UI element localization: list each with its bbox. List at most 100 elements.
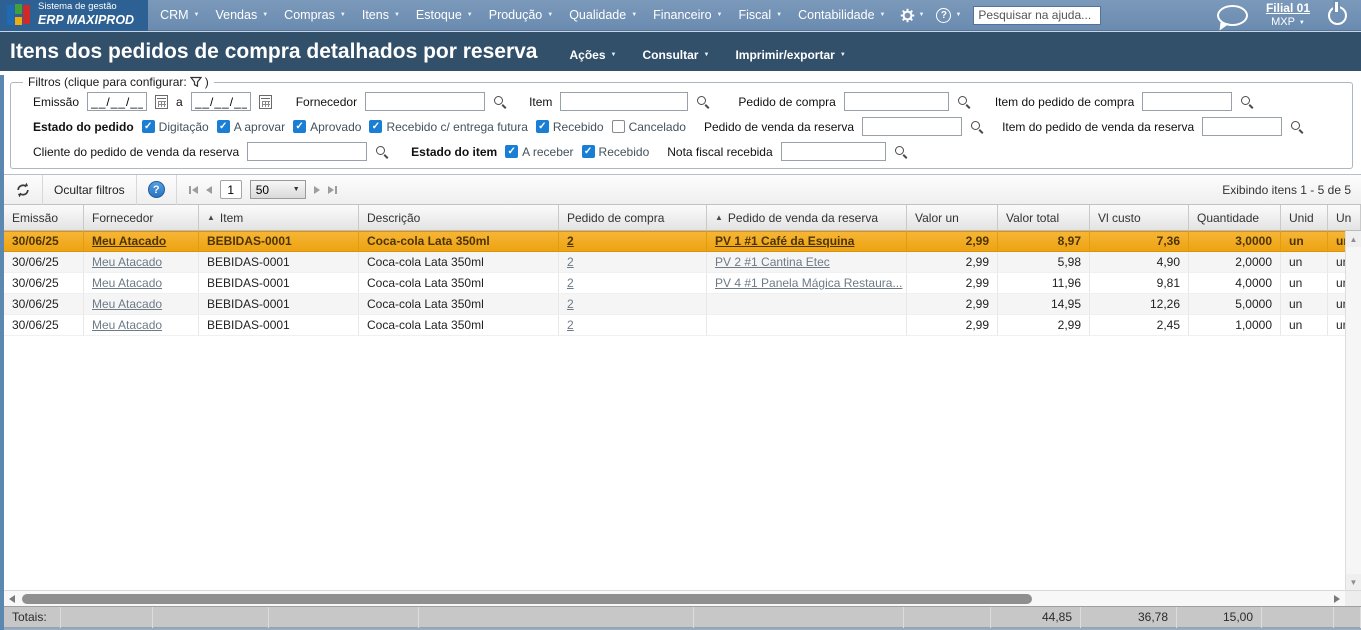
maxiprod-logo-icon bbox=[7, 4, 31, 26]
pedido-compra-link[interactable]: 2 bbox=[567, 255, 574, 269]
last-page-button[interactable] bbox=[328, 186, 337, 194]
scroll-down-icon[interactable]: ▼ bbox=[1346, 574, 1361, 590]
col-header-valor-un[interactable]: Valor un bbox=[907, 205, 998, 230]
col-header-unid2[interactable]: Un bbox=[1328, 205, 1361, 230]
scroll-right-button[interactable] bbox=[1329, 591, 1345, 606]
col-header-quantidade[interactable]: Quantidade bbox=[1189, 205, 1281, 230]
fornecedor-link[interactable]: Meu Atacado bbox=[92, 276, 162, 290]
nota-fiscal-input[interactable] bbox=[781, 142, 886, 161]
search-icon[interactable] bbox=[493, 95, 507, 109]
menu-compras[interactable]: Compras▼ bbox=[276, 0, 354, 30]
table-row[interactable]: 30/06/25 Meu Atacado BEBIDAS-0001 Coca-c… bbox=[4, 315, 1361, 336]
item-pedido-compra-input[interactable] bbox=[1142, 92, 1232, 111]
vertical-scrollbar[interactable]: ▲ ▼ bbox=[1345, 231, 1361, 590]
filters-legend[interactable]: Filtros (clique para configurar: ) bbox=[23, 75, 214, 89]
prev-page-button[interactable] bbox=[206, 186, 212, 194]
menu-qualidade[interactable]: Qualidade▼ bbox=[561, 0, 645, 30]
horizontal-scroll-thumb[interactable] bbox=[22, 594, 1032, 604]
search-icon[interactable] bbox=[1290, 120, 1304, 134]
table-row[interactable]: 30/06/25 Meu Atacado BEBIDAS-0001 Coca-c… bbox=[4, 273, 1361, 294]
menu-acoes[interactable]: Ações▼ bbox=[569, 48, 616, 62]
search-icon[interactable] bbox=[970, 120, 984, 134]
checkbox-a-aprovar[interactable]: ✓A aprovar bbox=[217, 120, 285, 134]
col-header-unid[interactable]: Unid bbox=[1281, 205, 1328, 230]
chevron-down-icon: ▼ bbox=[340, 12, 346, 18]
chat-bubble-icon[interactable] bbox=[1217, 5, 1248, 26]
calendar-icon[interactable] bbox=[259, 95, 272, 109]
search-icon[interactable] bbox=[894, 145, 908, 159]
menu-estoque[interactable]: Estoque▼ bbox=[408, 0, 481, 30]
menu-financeiro[interactable]: Financeiro▼ bbox=[645, 0, 730, 30]
menu-producao[interactable]: Produção▼ bbox=[481, 0, 561, 30]
col-header-vl-custo[interactable]: Vl custo bbox=[1090, 205, 1189, 230]
page-size-select[interactable]: 50▼ bbox=[250, 180, 306, 199]
help-search-input[interactable] bbox=[973, 6, 1101, 25]
search-icon[interactable] bbox=[375, 145, 389, 159]
pedido-venda-link[interactable]: PV 4 #1 Panela Mágica Restaura... bbox=[715, 276, 902, 290]
checkbox-item-recebido[interactable]: ✓Recebido bbox=[582, 145, 650, 159]
scroll-up-icon[interactable]: ▲ bbox=[1346, 231, 1361, 247]
col-header-fornecedor[interactable]: Fornecedor bbox=[84, 205, 199, 230]
search-icon[interactable] bbox=[1240, 95, 1254, 109]
pedido-compra-input[interactable] bbox=[844, 92, 949, 111]
settings-menu[interactable]: ▼ bbox=[894, 8, 931, 23]
pedido-compra-link[interactable]: 2 bbox=[567, 297, 574, 311]
logout-power-icon[interactable] bbox=[1328, 6, 1347, 25]
fornecedor-link[interactable]: Meu Atacado bbox=[92, 318, 162, 332]
checkbox-recebido[interactable]: ✓Recebido bbox=[536, 120, 604, 134]
grid-toolbar: Ocultar filtros ? 1 50▼ Exibindo itens 1… bbox=[4, 174, 1361, 205]
col-header-pedido-compra[interactable]: Pedido de compra bbox=[559, 205, 707, 230]
pedido-compra-link[interactable]: 2 bbox=[567, 276, 574, 290]
menu-contabilidade[interactable]: Contabilidade▼ bbox=[790, 0, 893, 30]
fornecedor-input[interactable] bbox=[365, 92, 485, 111]
hide-filters-button[interactable]: Ocultar filtros bbox=[43, 175, 136, 204]
search-icon[interactable] bbox=[957, 95, 971, 109]
pedido-compra-link[interactable]: 2 bbox=[567, 318, 574, 332]
menu-imprimir-exportar[interactable]: Imprimir/exportar▼ bbox=[735, 48, 845, 62]
pedido-venda-link[interactable]: PV 1 #1 Café da Esquina bbox=[715, 234, 854, 248]
col-header-pedido-venda[interactable]: ▲Pedido de venda da reserva bbox=[707, 205, 907, 230]
menu-crm[interactable]: CRM▼ bbox=[152, 0, 207, 30]
search-icon[interactable] bbox=[696, 95, 710, 109]
fornecedor-link[interactable]: Meu Atacado bbox=[92, 255, 162, 269]
scroll-left-button[interactable] bbox=[4, 591, 20, 606]
menu-itens[interactable]: Itens▼ bbox=[354, 0, 408, 30]
table-row[interactable]: 30/06/25 Meu Atacado BEBIDAS-0001 Coca-c… bbox=[4, 294, 1361, 315]
pedido-venda-reserva-input[interactable] bbox=[862, 117, 962, 136]
pedido-venda-link[interactable]: PV 2 #1 Cantina Etec bbox=[715, 255, 830, 269]
pedido-compra-link[interactable]: 2 bbox=[567, 234, 574, 248]
page-number-input[interactable]: 1 bbox=[220, 180, 242, 199]
checkbox-cancelado[interactable]: Cancelado bbox=[612, 120, 686, 134]
checkbox-a-receber[interactable]: ✓A receber bbox=[505, 145, 573, 159]
fornecedor-link[interactable]: Meu Atacado bbox=[92, 234, 166, 248]
emissao-to-input[interactable] bbox=[191, 92, 251, 111]
grid-help-button[interactable]: ? bbox=[137, 175, 176, 204]
first-page-button[interactable] bbox=[189, 186, 198, 194]
horizontal-scrollbar[interactable] bbox=[4, 590, 1361, 606]
cliente-pedido-venda-input[interactable] bbox=[247, 142, 367, 161]
emissao-from-input[interactable] bbox=[87, 92, 147, 111]
menu-label: Produção bbox=[489, 8, 543, 22]
refresh-button[interactable] bbox=[4, 175, 42, 204]
checkbox-aprovado[interactable]: ✓Aprovado bbox=[293, 120, 361, 134]
menu-vendas[interactable]: Vendas▼ bbox=[208, 0, 277, 30]
item-pedido-venda-reserva-input[interactable] bbox=[1202, 117, 1282, 136]
calendar-icon[interactable] bbox=[155, 95, 168, 109]
checkbox-recebido-entrega-futura[interactable]: ✓Recebido c/ entrega futura bbox=[369, 120, 527, 134]
branch-selector[interactable]: Filial 01 MXP▼ bbox=[1266, 1, 1310, 30]
help-menu[interactable]: ? ▼ bbox=[930, 8, 967, 23]
item-input[interactable] bbox=[560, 92, 688, 111]
col-header-emissao[interactable]: Emissão bbox=[4, 205, 84, 230]
col-header-descricao[interactable]: Descrição bbox=[359, 205, 559, 230]
menu-fiscal[interactable]: Fiscal▼ bbox=[730, 0, 790, 30]
branch-link[interactable]: Filial 01 bbox=[1266, 1, 1310, 16]
menu-consultar[interactable]: Consultar▼ bbox=[642, 48, 709, 62]
table-row[interactable]: 30/06/25 Meu Atacado BEBIDAS-0001 Coca-c… bbox=[4, 252, 1361, 273]
fornecedor-link[interactable]: Meu Atacado bbox=[92, 297, 162, 311]
next-page-button[interactable] bbox=[314, 186, 320, 194]
table-row[interactable]: 30/06/25 Meu Atacado BEBIDAS-0001 Coca-c… bbox=[4, 231, 1361, 252]
app-brand[interactable]: Sistema de gestão ERP MAXIPROD bbox=[0, 0, 148, 31]
col-header-valor-total[interactable]: Valor total bbox=[998, 205, 1090, 230]
checkbox-digitacao[interactable]: ✓Digitação bbox=[142, 120, 209, 134]
col-header-item[interactable]: ▲Item bbox=[199, 205, 359, 230]
